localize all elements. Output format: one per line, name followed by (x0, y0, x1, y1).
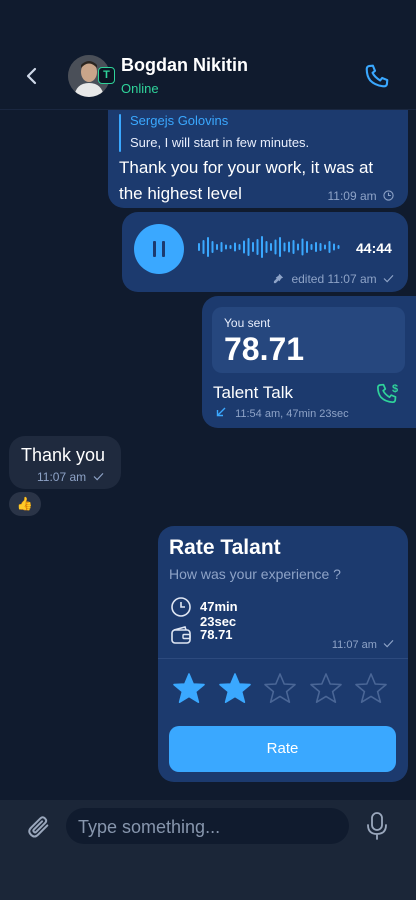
waveform-bar (243, 240, 245, 254)
contact-status: Online (121, 81, 159, 96)
message-input[interactable]: Type something... (66, 808, 349, 844)
message-time: 11:09 am (328, 189, 395, 203)
waveform-bar (225, 244, 227, 250)
waveform-bar (337, 245, 340, 249)
reaction-badge[interactable]: 👍 (9, 492, 41, 516)
waveform-bar (297, 243, 299, 251)
star-rating[interactable] (172, 672, 392, 706)
waveform-bar (207, 237, 209, 257)
payment-meta-text: 11:54 am, 47min 23sec (235, 408, 349, 420)
waveform-bar (333, 243, 335, 251)
payment-message[interactable]: You sent 78.71 Talent Talk 11:54 am, 47m… (202, 296, 416, 428)
rate-title: Rate Talant (169, 536, 281, 559)
waveform-bar (283, 242, 286, 252)
check-icon (93, 472, 103, 481)
waveform-bar (202, 240, 205, 254)
waveform-bar (238, 244, 241, 250)
payment-box: You sent 78.71 (212, 307, 405, 373)
waveform-bar (270, 243, 272, 251)
payment-amount: 78.71 (224, 331, 305, 367)
arrow-down-left-icon (216, 407, 226, 417)
outgoing-reply-message[interactable]: Sergejs Golovins Sure, I will start in f… (108, 110, 408, 208)
chat-header: T Bogdan Nikitin Online (0, 0, 416, 110)
voice-duration: 44:44 (356, 240, 392, 256)
waveform-bar (198, 243, 200, 251)
paid-call-icon: $ (377, 383, 398, 404)
clock-icon (383, 190, 394, 201)
quoted-text: Sure, I will start in few minutes. (130, 135, 310, 150)
message-time: 11:07 am (37, 470, 104, 484)
waveform-bar (315, 242, 317, 252)
waveform-bar (324, 244, 326, 250)
amount-text: 78.71 (200, 627, 233, 642)
payment-meta: 11:54 am, 47min 23sec (216, 407, 349, 420)
phone-call-icon[interactable] (363, 62, 391, 90)
waveform-bar (301, 238, 304, 256)
microphone-icon[interactable] (364, 811, 390, 841)
payment-service: Talent Talk (213, 383, 294, 402)
waveform-bar (229, 245, 232, 249)
divider (158, 658, 408, 659)
rate-card: Rate Talant How was your experience ? 47… (158, 526, 408, 782)
waveform-bar (328, 241, 331, 253)
message-time-text: 11:07 am (37, 470, 87, 484)
rate-subtitle: How was your experience ? (169, 566, 341, 582)
waveform-bar (306, 241, 308, 253)
back-icon[interactable] (20, 64, 44, 88)
star-empty-icon[interactable] (263, 672, 297, 706)
incoming-message[interactable]: Thank you 11:07 am (9, 436, 121, 489)
message-time-text: 11:07 am (331, 639, 377, 651)
waveform-bar (288, 241, 290, 253)
waveform-bar (211, 241, 214, 253)
message-meta: edited 11:07 am (273, 272, 394, 286)
paperclip-icon[interactable] (24, 812, 52, 840)
contact-name[interactable]: Bogdan Nikitin (121, 55, 248, 76)
waveform-bar (310, 244, 313, 250)
payment-label: You sent (224, 316, 271, 330)
pause-button[interactable] (134, 224, 184, 274)
voice-message[interactable]: 44:44 edited 11:07 am (122, 212, 408, 292)
waveform-bar (216, 244, 218, 250)
rate-button[interactable]: Rate (169, 726, 396, 772)
waveform-bar (292, 240, 295, 254)
star-filled-icon[interactable] (172, 672, 206, 706)
check-icon (383, 639, 394, 648)
star-empty-icon[interactable] (354, 672, 388, 706)
message-text: Thank you (21, 445, 106, 465)
waveform-bar (319, 243, 322, 251)
waveform-bar (252, 242, 254, 252)
wallet-icon (171, 626, 191, 644)
waveform-bar (274, 239, 277, 255)
clock-icon (171, 597, 191, 617)
message-time-text: 11:07 am (327, 272, 377, 286)
waveform-bar (261, 236, 263, 258)
edited-label: edited (291, 272, 325, 286)
quoted-author: Sergejs Golovins (130, 113, 229, 128)
message-input-placeholder: Type something... (78, 817, 221, 837)
svg-text:$: $ (392, 383, 398, 395)
waveform-bar (220, 242, 223, 252)
waveform-bar (247, 238, 250, 256)
avatar-badge: T (98, 67, 115, 84)
message-time: 11:07 am (332, 639, 394, 651)
composer-bar: Type something... (0, 800, 416, 900)
check-icon (383, 274, 394, 283)
pin-icon (274, 273, 284, 284)
message-time-text: 11:09 am (327, 189, 377, 203)
waveform-bar (234, 242, 236, 252)
star-filled-icon[interactable] (218, 672, 252, 706)
star-empty-icon[interactable] (309, 672, 343, 706)
quote-bar (119, 114, 121, 152)
waveform-bar (279, 237, 281, 257)
waveform-bar (265, 241, 268, 253)
waveform[interactable] (196, 232, 346, 262)
duration-text: 47min 23sec (200, 599, 238, 629)
waveform-bar (256, 239, 259, 255)
